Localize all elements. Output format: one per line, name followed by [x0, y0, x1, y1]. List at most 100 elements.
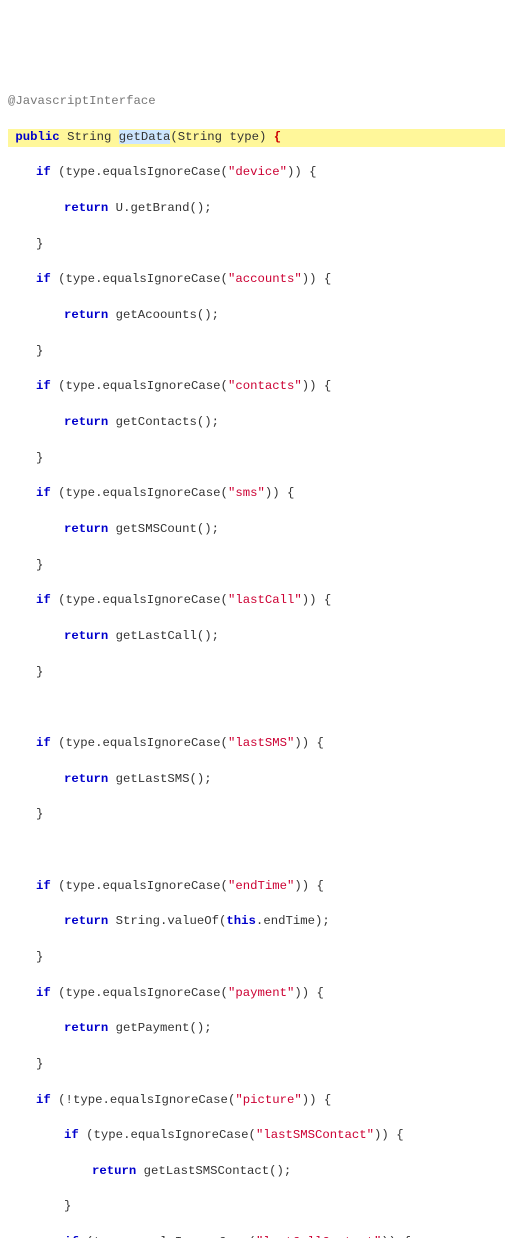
paren-open: (	[170, 130, 177, 144]
dot: .	[160, 914, 167, 928]
semicolon: ;	[322, 914, 329, 928]
paren: (	[58, 379, 65, 393]
paren: (	[58, 272, 65, 286]
brace: {	[396, 1128, 403, 1142]
kw-if: if	[36, 379, 51, 393]
paren: (	[228, 1093, 235, 1107]
paren-close: )	[259, 130, 266, 144]
ident: type	[66, 486, 96, 500]
paren: (	[269, 1164, 276, 1178]
paren: (	[221, 986, 228, 1000]
code-line: if (type.equalsIgnoreCase("device")) {	[8, 164, 505, 182]
paren: )	[315, 914, 322, 928]
kw-if: if	[64, 1235, 79, 1238]
string-literal: "lastSMSContact"	[256, 1128, 374, 1142]
annotation: @JavascriptInterface	[8, 94, 156, 108]
class-ref: String	[116, 914, 160, 928]
semicolon: ;	[212, 415, 219, 429]
code-line: return getLastCall();	[8, 628, 505, 646]
code-line: if (type.equalsIgnoreCase("endTime")) {	[8, 878, 505, 896]
method-call: equalsIgnoreCase	[102, 165, 220, 179]
kw-return: return	[64, 415, 108, 429]
paren: )	[294, 165, 301, 179]
method-call: equalsIgnoreCase	[102, 272, 220, 286]
ident: type	[94, 1128, 124, 1142]
dot: .	[123, 1235, 130, 1238]
string-literal: "payment"	[228, 986, 294, 1000]
code-line: return getPayment();	[8, 1020, 505, 1038]
code-line: }	[8, 949, 505, 967]
kw-return: return	[64, 201, 108, 215]
kw-if: if	[36, 486, 51, 500]
dot: .	[256, 914, 263, 928]
paren: (	[58, 736, 65, 750]
string-literal: "device"	[228, 165, 287, 179]
brace: {	[324, 593, 331, 607]
kw-return: return	[64, 772, 108, 786]
code-line: return getContacts();	[8, 414, 505, 432]
brace-close: }	[36, 1057, 43, 1071]
paren: )	[381, 1128, 388, 1142]
kw-this: this	[226, 914, 256, 928]
paren: )	[294, 986, 301, 1000]
paren: )	[197, 1021, 204, 1035]
param-type: String	[178, 130, 222, 144]
annotation-line: @JavascriptInterface	[8, 93, 505, 111]
semicolon: ;	[204, 201, 211, 215]
code-line: }	[8, 1056, 505, 1074]
method-call: getBrand	[130, 201, 189, 215]
paren: )	[204, 415, 211, 429]
method-call: getPayment	[116, 1021, 190, 1035]
paren: (	[58, 593, 65, 607]
paren: (	[86, 1235, 93, 1238]
paren: (	[219, 914, 226, 928]
ident: type	[66, 272, 96, 286]
paren: (	[58, 486, 65, 500]
brace-close: }	[36, 451, 43, 465]
kw-if: if	[36, 879, 51, 893]
brace: {	[324, 272, 331, 286]
dot: .	[95, 879, 102, 893]
kw-return: return	[64, 1021, 108, 1035]
paren: )	[309, 593, 316, 607]
paren: )	[302, 736, 309, 750]
paren: (	[58, 986, 65, 1000]
code-line: }	[8, 806, 505, 824]
paren: )	[302, 986, 309, 1000]
code-line: if (type.equalsIgnoreCase("contacts")) {	[8, 378, 505, 396]
method-call: equalsIgnoreCase	[102, 486, 220, 500]
kw-return: return	[92, 1164, 136, 1178]
ident: type	[66, 165, 96, 179]
paren: (	[221, 593, 228, 607]
paren: (	[221, 879, 228, 893]
method-call: equalsIgnoreCase	[102, 379, 220, 393]
code-line: return String.valueOf(this.endTime);	[8, 913, 505, 931]
method-call: equalsIgnoreCase	[130, 1128, 248, 1142]
paren: (	[189, 1021, 196, 1035]
string-literal: "lastCall"	[228, 593, 302, 607]
semicolon: ;	[204, 772, 211, 786]
semicolon: ;	[204, 1021, 211, 1035]
method-name: getData	[119, 130, 171, 144]
brace-close: }	[64, 1199, 71, 1213]
method-call: equalsIgnoreCase	[102, 736, 220, 750]
ident: type	[66, 986, 96, 1000]
brace: {	[317, 986, 324, 1000]
code-line: if (type.equalsIgnoreCase("lastSMSContac…	[8, 1127, 505, 1145]
paren: )	[309, 272, 316, 286]
code-line: if (type.equalsIgnoreCase("lastCallConta…	[8, 1234, 505, 1238]
paren: (	[221, 736, 228, 750]
paren: (	[197, 629, 204, 643]
kw-public: public	[15, 130, 59, 144]
string-literal: "contacts"	[228, 379, 302, 393]
paren: (	[221, 272, 228, 286]
paren: (	[221, 165, 228, 179]
paren: )	[309, 379, 316, 393]
string-literal: "lastSMS"	[228, 736, 294, 750]
kw-return: return	[64, 522, 108, 536]
string-literal: "accounts"	[228, 272, 302, 286]
method-call: valueOf	[167, 914, 219, 928]
method-call: getLastCall	[116, 629, 197, 643]
paren: (	[58, 165, 65, 179]
param-name: type	[229, 130, 259, 144]
